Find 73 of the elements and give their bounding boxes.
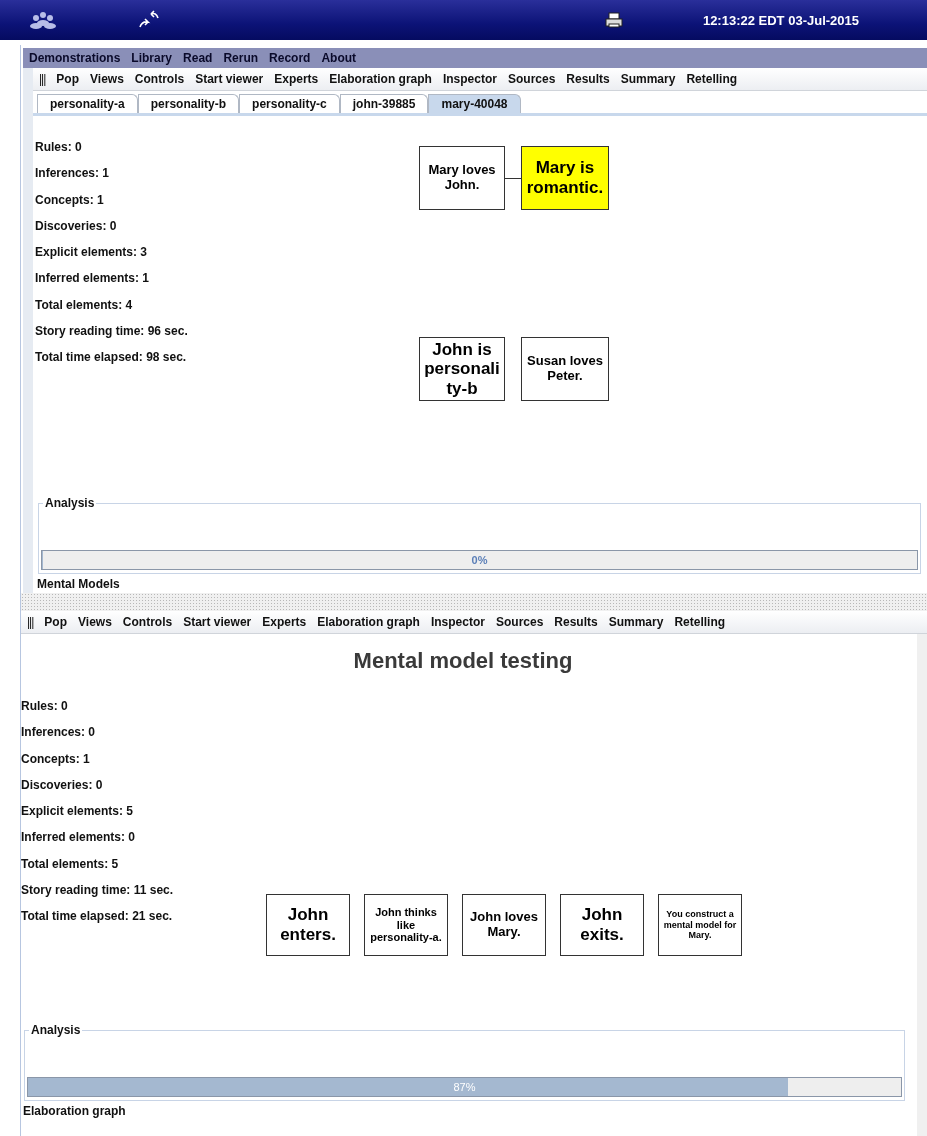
toolbar-item[interactable]: Controls — [134, 72, 185, 86]
toolbar-item[interactable]: Experts — [262, 615, 307, 629]
toolbar-item[interactable]: Results — [566, 72, 610, 86]
people-icon[interactable] — [28, 10, 58, 30]
toolbar-item[interactable]: Views — [90, 72, 124, 86]
menu-item[interactable]: Read — [183, 51, 213, 65]
tab[interactable]: personality-b — [137, 94, 240, 113]
stat-text: Total time elapsed: 98 sec. — [35, 351, 188, 365]
stat-text: Inferred elements: 0 — [21, 831, 137, 845]
stat-text: Inferred elements: 1 — [35, 272, 151, 286]
toolbar-item[interactable]: Results — [554, 615, 598, 629]
concept-node: John thinks like personality-a. — [364, 894, 448, 956]
toolbar-item[interactable]: Pop — [56, 72, 80, 86]
toolbar-item[interactable]: Inspector — [430, 615, 485, 629]
stat-text: Rules: 0 — [21, 700, 69, 713]
toolbar-item[interactable]: Elaboration graph — [329, 72, 432, 86]
stat-text: Concepts: 1 — [35, 193, 105, 207]
concept-node: Mary loves John. — [419, 146, 505, 210]
stat-text: Inferences: 1 — [35, 167, 111, 181]
clock-text: 12:13:22 EDT 03-Jul-2015 — [702, 12, 859, 28]
toolbar-item[interactable]: Summary — [620, 72, 676, 86]
tab[interactable]: john-39885 — [339, 94, 429, 113]
concept-node: Mary is romantic. — [521, 146, 609, 210]
progress-reading: 0% — [471, 554, 488, 566]
stat-text: Explicit elements: 5 — [21, 805, 135, 819]
stat-text: Total elements: 4 — [35, 298, 134, 312]
printer-icon[interactable] — [604, 12, 623, 28]
toolbar-item[interactable]: Inspector — [442, 72, 497, 86]
toolbar-item[interactable]: Experts — [274, 72, 319, 86]
panel-title: Mental model testing — [352, 647, 574, 675]
toolbar-item[interactable]: Sources — [495, 615, 544, 629]
toolbar-handle[interactable]: ||| — [39, 72, 46, 86]
analysis-title: Analysis — [43, 496, 97, 510]
stat-text: Inferences: 0 — [21, 726, 97, 740]
panel-label: Elaboration graph — [22, 1103, 127, 1120]
concept-node: John is personality-b — [419, 337, 505, 401]
progress-reading: 87% — [453, 1081, 476, 1093]
tab[interactable]: mary-40048 — [428, 94, 521, 113]
toolbar-item[interactable]: Views — [78, 615, 112, 629]
panel-label: Mental Models — [36, 576, 121, 593]
toolbar-item[interactable]: Retelling — [686, 72, 738, 86]
toolbar-item[interactable]: Retelling — [674, 615, 726, 629]
stat-text: Discoveries: 0 — [35, 219, 118, 233]
stat-text: Story reading time: 96 sec. — [35, 325, 189, 339]
concept-node: John enters. — [266, 894, 350, 956]
concept-node: You construct a mental model for Mary. — [658, 894, 742, 956]
menu-item[interactable]: Rerun — [223, 51, 259, 65]
toolbar-handle[interactable]: ||| — [27, 615, 34, 629]
stat-text: Story reading time: 11 sec. — [21, 884, 175, 898]
toolbar-item[interactable]: Start viewer — [183, 615, 252, 629]
toolbar-item[interactable]: Pop — [44, 615, 68, 629]
stat-text: Rules: 0 — [35, 141, 83, 154]
concept-node: John loves Mary. — [462, 894, 546, 956]
toolbar-item[interactable]: Sources — [507, 72, 556, 86]
menu-item[interactable]: About — [321, 51, 357, 65]
stat-text: Explicit elements: 3 — [35, 246, 149, 260]
arrows-icon[interactable] — [138, 10, 160, 30]
menu-item[interactable]: Library — [131, 51, 173, 65]
menu-item[interactable]: Record — [269, 51, 311, 65]
toolbar-item[interactable]: Start viewer — [195, 72, 264, 86]
tab[interactable]: personality-a — [37, 94, 138, 113]
stat-text: Discoveries: 0 — [21, 778, 104, 792]
analysis-title: Analysis — [29, 1023, 83, 1037]
menu-item[interactable]: Demonstrations — [29, 51, 121, 65]
stat-text: Total time elapsed: 21 sec. — [21, 910, 174, 924]
stat-text: Concepts: 1 — [21, 752, 91, 766]
toolbar-item[interactable]: Controls — [122, 615, 173, 629]
tab[interactable]: personality-c — [239, 94, 340, 113]
stat-text: Total elements: 5 — [21, 857, 120, 871]
toolbar-item[interactable]: Elaboration graph — [317, 615, 420, 629]
toolbar-item[interactable]: Summary — [608, 615, 664, 629]
concept-node: Susan loves Peter. — [521, 337, 609, 401]
concept-node: John exits. — [560, 894, 644, 956]
